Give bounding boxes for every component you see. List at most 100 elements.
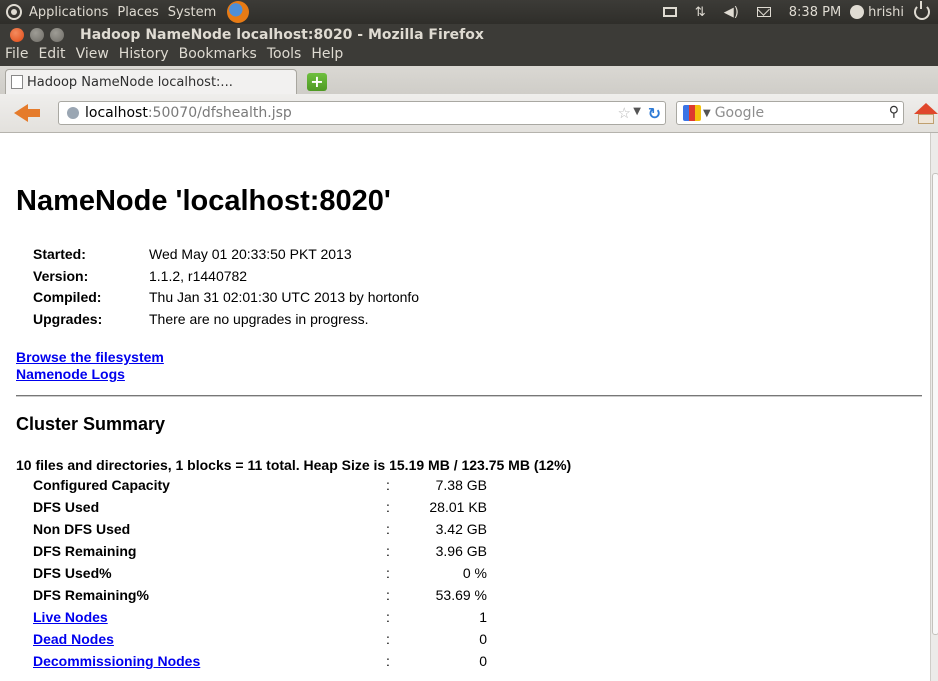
stat-value: 1 (479, 609, 487, 625)
stat-sep: : (386, 631, 390, 647)
info-label: Compiled: (33, 289, 102, 305)
back-arrow-icon[interactable] (14, 104, 40, 122)
stat-sep: : (386, 653, 390, 669)
panel-menu-places[interactable]: Places (117, 5, 158, 20)
firefox-launcher-icon[interactable] (227, 1, 250, 23)
browse-filesystem-link[interactable]: Browse the filesystem (16, 349, 164, 365)
tab-label: Hadoop NameNode localhost:... (27, 74, 233, 90)
stat-key: Configured Capacity (33, 477, 170, 493)
reload-icon[interactable]: ↻ (648, 104, 661, 123)
menu-view[interactable]: View (76, 46, 109, 62)
table-row: DFS Remaining : 3.96 GB (33, 540, 487, 562)
info-label: Upgrades: (33, 310, 103, 327)
stat-sep: : (386, 543, 390, 559)
stat-value: 0 (479, 631, 487, 647)
user-icon (850, 5, 865, 19)
stat-value: 0 (479, 653, 487, 669)
page-links: Browse the filesystem Namenode Logs (16, 349, 164, 383)
divider (16, 395, 922, 397)
stat-key: DFS Used% (33, 565, 112, 581)
window-minimize-button[interactable] (30, 28, 44, 42)
tab-strip: Hadoop NameNode localhost:... + (0, 66, 938, 95)
panel-menu-system[interactable]: System (168, 5, 216, 20)
tab-hadoop-namenode[interactable]: Hadoop NameNode localhost:... (5, 69, 297, 94)
site-identity-icon[interactable] (67, 107, 79, 119)
stat-value: 7.38 GB (435, 477, 487, 493)
table-row: Live Nodes : 1 (33, 606, 487, 628)
history-dropdown-icon[interactable]: ▼ (633, 106, 641, 117)
stat-sep: : (386, 587, 390, 603)
google-engine-icon[interactable] (683, 105, 701, 121)
stat-sep: : (386, 521, 390, 537)
window-maximize-button[interactable] (50, 28, 64, 42)
menu-tools[interactable]: Tools (267, 46, 302, 62)
namenode-logs-link[interactable]: Namenode Logs (16, 366, 125, 382)
mail-indicator-icon[interactable] (756, 7, 771, 17)
network-indicator-icon[interactable]: ⇅ (695, 5, 706, 20)
dead-nodes-link[interactable]: Dead Nodes (33, 631, 114, 647)
table-row: Decommissioning Nodes : 0 (33, 650, 487, 672)
panel-menu-applications[interactable]: Applications (29, 5, 108, 20)
stat-key: DFS Used (33, 499, 100, 515)
stat-value: 0 % (462, 565, 487, 581)
info-value: 1.1.2, r1440782 (149, 267, 248, 284)
search-magnifier-icon[interactable]: ⚲ (889, 104, 899, 120)
stat-key: Live Nodes (33, 606, 363, 628)
new-tab-button[interactable]: + (307, 73, 327, 91)
search-placeholder: Google (714, 105, 765, 121)
bookmark-star-icon[interactable]: ☆ (618, 104, 631, 122)
stat-value: 3.96 GB (435, 543, 487, 559)
vertical-scrollbar[interactable] (930, 133, 938, 681)
summary-line: 10 files and directories, 1 blocks = 11 … (16, 457, 572, 473)
scrollbar-thumb[interactable] (932, 173, 938, 635)
search-bar[interactable]: ▼ Google ⚲ (676, 101, 904, 125)
panel-username[interactable]: hrishi (868, 5, 904, 20)
live-nodes-link[interactable]: Live Nodes (33, 609, 108, 625)
info-row-started: Started: Wed May 01 20:33:50 PKT 2013 (33, 244, 419, 266)
url-path: :50070/dfshealth.jsp (147, 105, 292, 121)
namenode-info: Started: Wed May 01 20:33:50 PKT 2013 Ve… (33, 244, 419, 330)
page-title: NameNode 'localhost:8020' (16, 185, 391, 217)
cluster-stats-table: Configured Capacity : 7.38 GB DFS Used :… (33, 474, 487, 672)
cluster-summary-heading: Cluster Summary (16, 414, 166, 434)
stat-sep: : (386, 609, 390, 625)
chat-indicator-icon[interactable] (662, 7, 677, 17)
volume-indicator-icon[interactable]: ◀) (724, 5, 739, 20)
home-icon[interactable] (914, 103, 938, 124)
panel-indicators: ⇅ ◀) 8:38 PM hrishi (654, 0, 938, 24)
stat-key: Decommissioning Nodes (33, 650, 363, 672)
stat-key: Dead Nodes (33, 628, 363, 650)
menu-bookmarks[interactable]: Bookmarks (179, 46, 257, 62)
window-title: Hadoop NameNode localhost:8020 - Mozilla… (80, 27, 484, 43)
top-panel: Applications Places System ⇅ ◀) 8:38 PM … (0, 0, 938, 24)
stat-value: 3.42 GB (435, 521, 487, 537)
stat-key: DFS Remaining% (33, 587, 149, 603)
table-row: DFS Used% : 0 % (33, 562, 487, 584)
window-close-button[interactable] (10, 28, 24, 42)
engine-dropdown-icon[interactable]: ▼ (703, 108, 711, 119)
power-icon[interactable] (914, 1, 930, 20)
stat-key: DFS Remaining (33, 543, 137, 559)
info-value: Thu Jan 31 02:01:30 UTC 2013 by hortonfo (149, 289, 420, 305)
info-row-version: Version: 1.1.2, r1440782 (33, 266, 419, 288)
url-host: localhost (85, 105, 148, 121)
menu-edit[interactable]: Edit (38, 46, 65, 62)
stat-value: 53.69 % (435, 587, 487, 603)
ubuntu-logo-icon[interactable] (6, 4, 22, 20)
url-bar[interactable]: localhost:50070/dfshealth.jsp ☆ ▼ ↻ (58, 101, 666, 125)
page-icon (11, 75, 23, 89)
table-row: Non DFS Used : 3.42 GB (33, 518, 487, 540)
stat-key: Non DFS Used (33, 521, 131, 537)
navigation-toolbar: localhost:50070/dfshealth.jsp ☆ ▼ ↻ ▼ Go… (0, 94, 938, 133)
menu-history[interactable]: History (119, 46, 169, 62)
menubar: File Edit View History Bookmarks Tools H… (0, 42, 938, 66)
info-label: Version: (33, 267, 89, 284)
page-content: NameNode 'localhost:8020' Started: Wed M… (0, 133, 930, 681)
panel-clock[interactable]: 8:38 PM (789, 5, 841, 20)
menu-file[interactable]: File (5, 46, 28, 62)
table-row: DFS Used : 28.01 KB (33, 496, 487, 518)
menu-help[interactable]: Help (311, 46, 343, 62)
stat-sep: : (386, 565, 390, 581)
decommissioning-nodes-link[interactable]: Decommissioning Nodes (33, 653, 200, 669)
info-label: Started: (33, 246, 86, 262)
